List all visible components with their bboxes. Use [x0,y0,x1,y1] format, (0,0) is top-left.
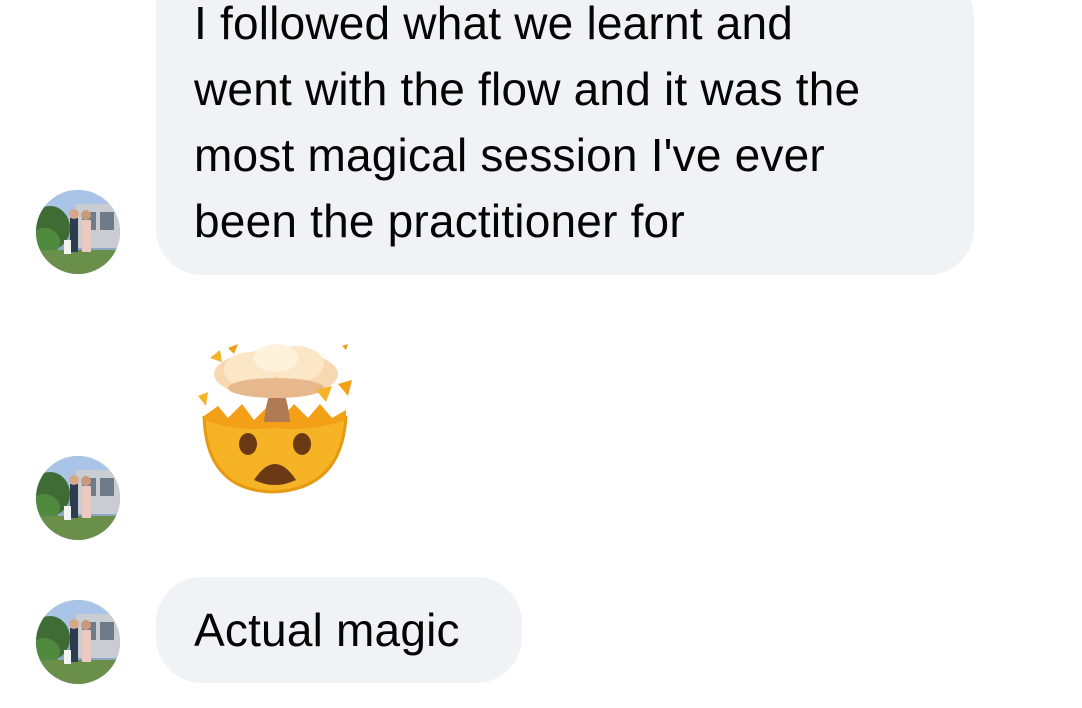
sender-avatar[interactable] [36,456,120,540]
message-text: Actual magic [194,604,460,656]
avatar-photo [36,600,120,684]
message-text-line: went with the flow and it was the [194,63,861,115]
message-text-line: been the practitioner for [194,195,685,247]
avatar-photo [36,190,120,274]
message-text-line: most magical session I've ever [194,129,825,181]
sender-avatar[interactable] [36,600,120,684]
avatar-photo [36,456,120,540]
exploding-head-emoji[interactable] [192,340,358,498]
message-bubble[interactable]: I followed what we learnt and went with … [156,0,974,275]
sender-avatar[interactable] [36,190,120,274]
message-text-line: I followed what we learnt and [194,0,794,49]
message-bubble[interactable]: Actual magic [156,577,522,683]
